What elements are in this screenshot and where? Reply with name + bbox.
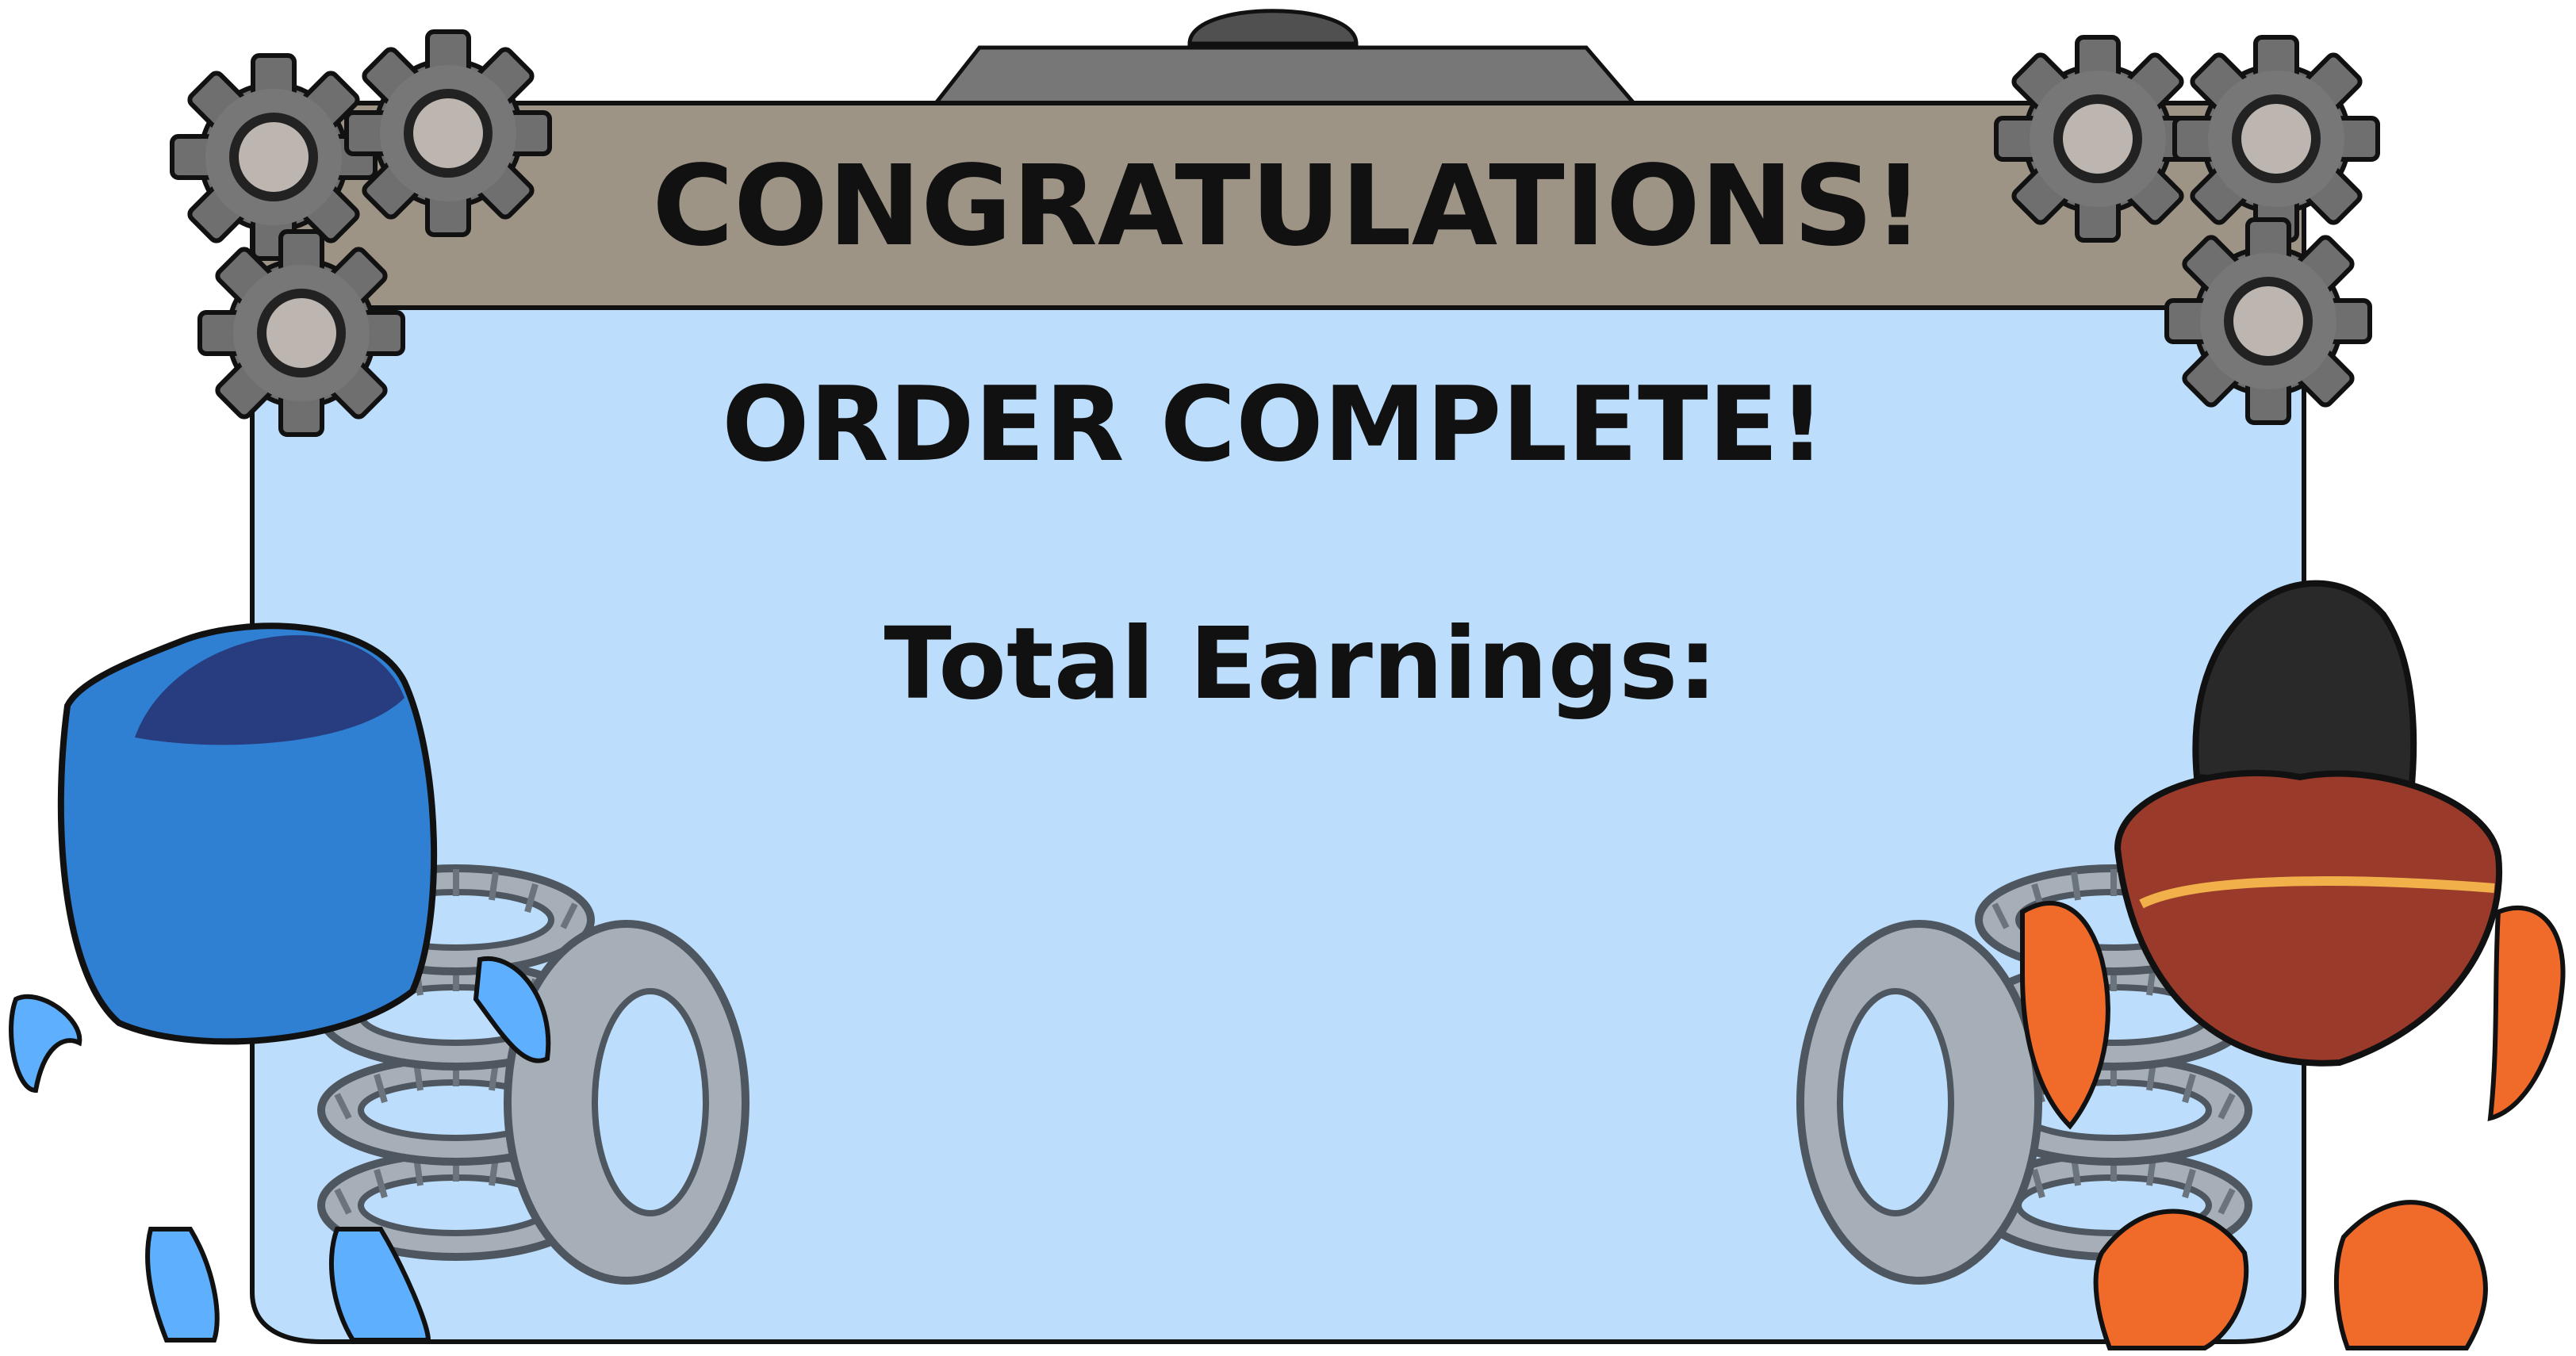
total-earnings-label: Total Earnings: <box>884 607 1717 722</box>
congratulations-title: CONGRATULATIONS! <box>652 142 1923 271</box>
gear-icon <box>172 56 375 259</box>
gear-icon <box>347 32 550 235</box>
gear-icon <box>2175 37 2378 240</box>
gear-icon <box>2167 220 2370 423</box>
gear-icon <box>1996 37 2199 240</box>
game-scene: CONGRATULATIONS! ORDER COMPLETE! Total E… <box>9 9 2566 1350</box>
order-complete-heading: ORDER COMPLETE! <box>722 364 1826 485</box>
gear-icon <box>200 232 403 435</box>
